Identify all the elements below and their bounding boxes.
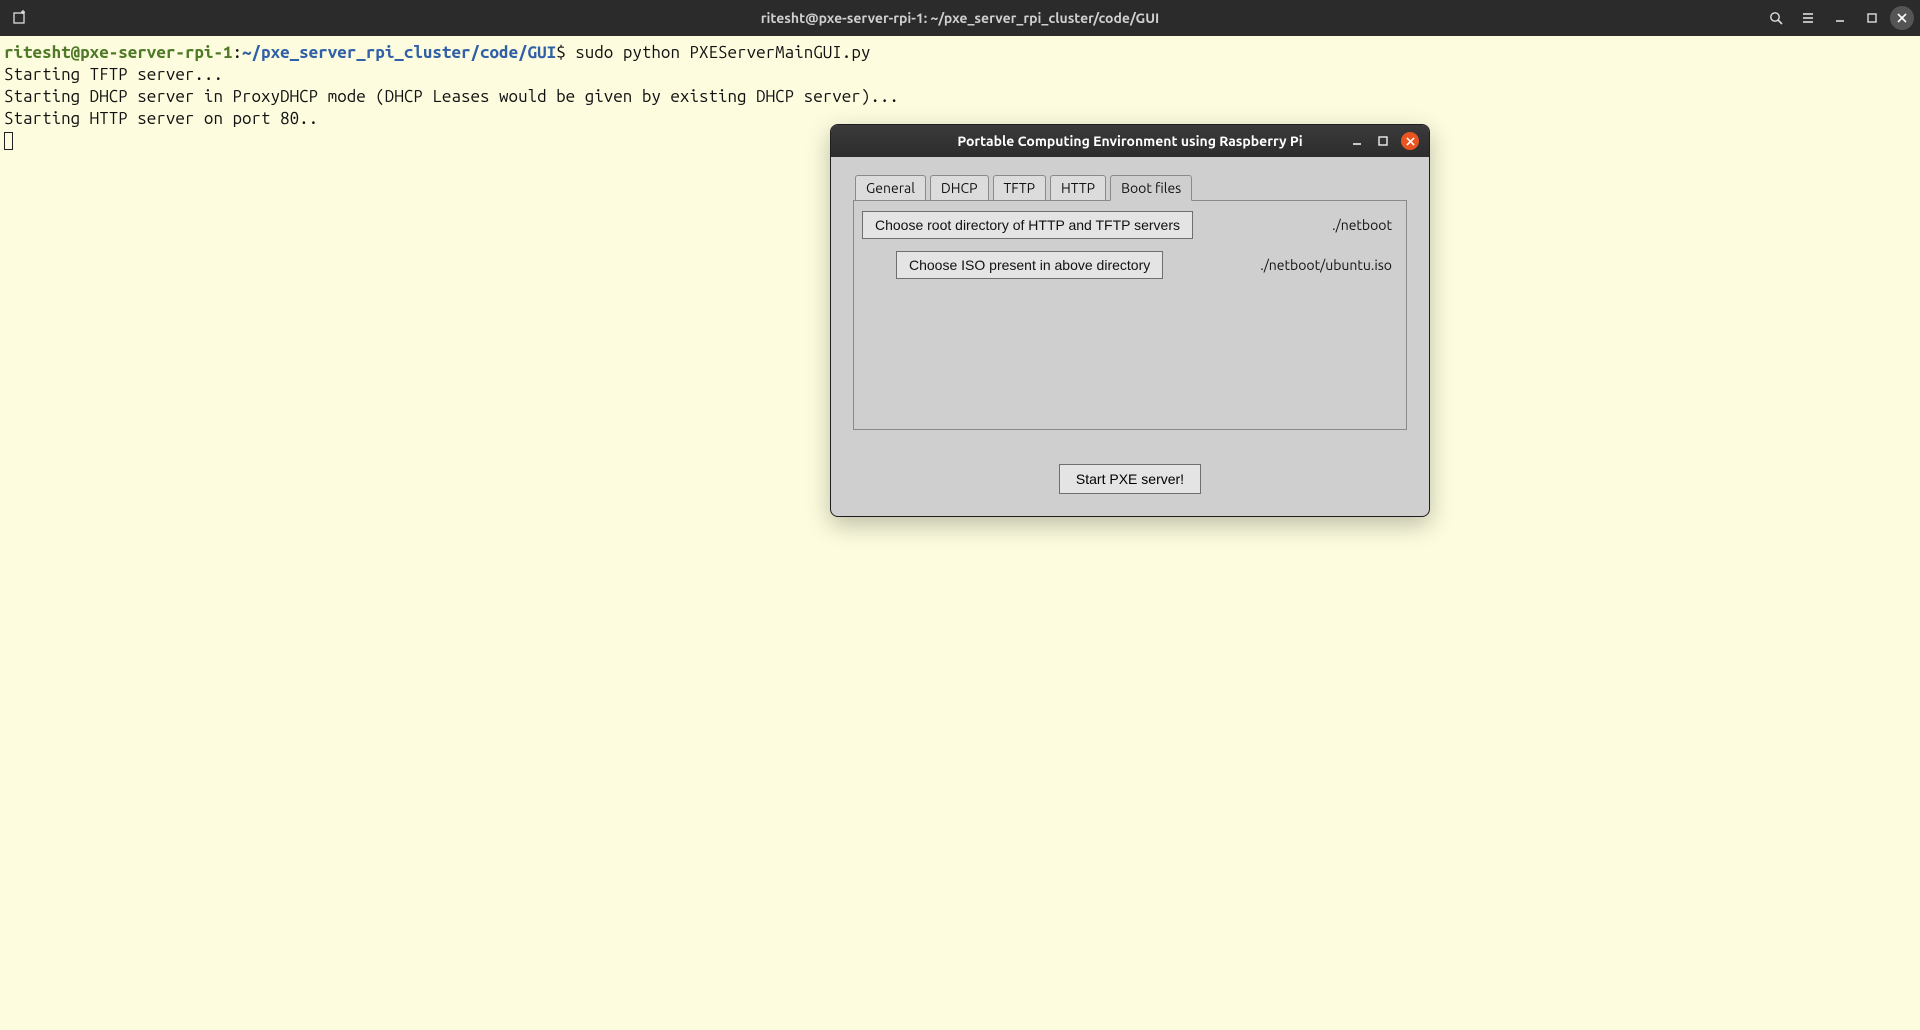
gui-maximize-button[interactable]	[1375, 133, 1391, 149]
terminal-close-button[interactable]	[1890, 6, 1914, 30]
gui-titlebar: Portable Computing Environment using Ras…	[831, 125, 1429, 157]
prompt-user: ritesht@pxe-server-rpi-1	[4, 43, 232, 62]
terminal-line: Starting DHCP server in ProxyDHCP mode (…	[4, 87, 899, 106]
prompt-symbol: $	[556, 43, 566, 62]
close-icon	[1897, 13, 1907, 23]
tab-tftp[interactable]: TFTP	[993, 175, 1047, 201]
search-icon	[1768, 10, 1784, 26]
maximize-icon	[1377, 135, 1389, 147]
prompt-path: ~/pxe_server_rpi_cluster/code/GUI	[242, 43, 556, 62]
gui-body: General DHCP TFTP HTTP Boot files Choose…	[831, 157, 1429, 516]
tab-row: General DHCP TFTP HTTP Boot files	[853, 175, 1407, 201]
terminal-line: Starting TFTP server...	[4, 65, 223, 84]
hamburger-icon	[1800, 10, 1816, 26]
tab-dhcp[interactable]: DHCP	[930, 175, 989, 201]
minimize-icon	[1834, 12, 1846, 24]
pxe-gui-window: Portable Computing Environment using Ras…	[830, 124, 1430, 517]
choose-iso-button[interactable]: Choose ISO present in above directory	[896, 251, 1163, 279]
prompt-sep: :	[232, 43, 242, 62]
gui-close-button[interactable]	[1401, 132, 1419, 150]
maximize-icon	[1866, 12, 1878, 24]
command-text: sudo python PXEServerMainGUI.py	[566, 43, 871, 62]
terminal-menu-button[interactable]	[1794, 4, 1822, 32]
start-pxe-server-button[interactable]: Start PXE server!	[1059, 464, 1201, 494]
gui-window-title: Portable Computing Environment using Ras…	[831, 133, 1429, 149]
new-tab-icon	[12, 10, 28, 26]
terminal-minimize-button[interactable]	[1826, 4, 1854, 32]
tab-boot-files[interactable]: Boot files	[1110, 175, 1192, 201]
row-choose-root: Choose root directory of HTTP and TFTP s…	[862, 211, 1398, 239]
terminal-cursor	[4, 132, 13, 150]
tab-http[interactable]: HTTP	[1050, 175, 1106, 201]
terminal-window-title: ritesht@pxe-server-rpi-1: ~/pxe_server_r…	[0, 10, 1920, 26]
start-row: Start PXE server!	[853, 464, 1407, 494]
row-choose-iso: Choose ISO present in above directory ./…	[862, 251, 1398, 279]
minimize-icon	[1351, 135, 1363, 147]
choose-root-dir-button[interactable]: Choose root directory of HTTP and TFTP s…	[862, 211, 1193, 239]
terminal-maximize-button[interactable]	[1858, 4, 1886, 32]
terminal-titlebar: ritesht@pxe-server-rpi-1: ~/pxe_server_r…	[0, 0, 1920, 36]
terminal-search-button[interactable]	[1762, 4, 1790, 32]
gui-minimize-button[interactable]	[1349, 133, 1365, 149]
new-tab-button[interactable]	[6, 4, 34, 32]
root-dir-path: ./netboot	[1332, 217, 1398, 233]
terminal-line: Starting HTTP server on port 80..	[4, 109, 318, 128]
tab-panel-boot-files: Choose root directory of HTTP and TFTP s…	[853, 200, 1407, 430]
tab-general[interactable]: General	[855, 175, 926, 201]
close-icon	[1406, 137, 1415, 146]
iso-path: ./netboot/ubuntu.iso	[1260, 257, 1398, 273]
